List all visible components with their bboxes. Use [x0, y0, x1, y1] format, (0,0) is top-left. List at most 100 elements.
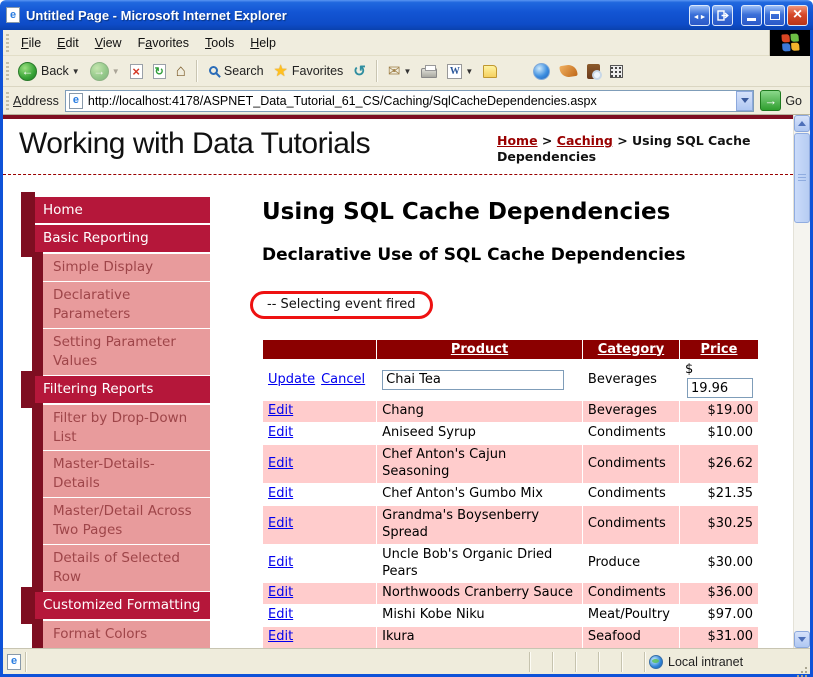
forward-dropdown-icon: ▼ — [111, 66, 120, 76]
fox-icon — [559, 63, 579, 79]
printer-icon — [421, 64, 438, 78]
window-popout-button[interactable] — [712, 4, 733, 26]
price-input[interactable] — [686, 378, 753, 399]
address-url[interactable]: http://localhost:4178/ASPNET_Data_Tutori… — [88, 94, 736, 108]
status-pane — [621, 651, 644, 672]
edit-link[interactable]: Edit — [268, 486, 293, 501]
selecting-event-text: -- Selecting event fired — [267, 296, 416, 312]
breadcrumb-caching-link[interactable]: Caching — [557, 133, 613, 148]
address-input[interactable]: http://localhost:4178/ASPNET_Data_Tutori… — [64, 89, 755, 112]
popout-icon — [716, 9, 729, 21]
refresh-button[interactable] — [148, 62, 171, 81]
sidebar-item-filter-by-dropdown-list[interactable]: Filter by Drop-Down List — [32, 402, 210, 453]
sort-price-link[interactable]: Price — [701, 342, 738, 357]
sidebar-item-declarative-parameters[interactable]: Declarative Parameters — [32, 280, 210, 330]
edit-link[interactable]: Edit — [268, 425, 293, 440]
print-button[interactable] — [416, 63, 442, 80]
forward-button[interactable]: → ▼ — [85, 60, 125, 83]
toolbar-grip[interactable] — [6, 62, 9, 80]
sidebar-item-basic-reporting[interactable]: Basic Reporting — [21, 220, 210, 258]
toolbar-grip[interactable] — [6, 33, 9, 52]
mail-dropdown-icon[interactable]: ▼ — [403, 67, 411, 76]
research-button[interactable] — [582, 62, 605, 81]
sidebar-item-simple-display[interactable]: Simple Display — [32, 252, 210, 284]
edit-link[interactable]: Edit — [268, 403, 293, 418]
toolbar-grip[interactable] — [6, 91, 9, 110]
table-row: Edit Chang Beverages $19.00 — [261, 400, 760, 424]
scroll-down-button[interactable] — [794, 631, 810, 648]
sidebar-item-format-colors[interactable]: Format Colors — [32, 618, 210, 648]
cancel-link[interactable]: Cancel — [321, 372, 365, 387]
window-arrows-button[interactable] — [689, 4, 710, 26]
sidebar-item-customized-formatting[interactable]: Customized Formatting — [21, 586, 210, 624]
edit-link[interactable]: Edit — [268, 607, 293, 622]
favorites-button[interactable]: Favorites — [269, 59, 349, 83]
windows-flag-icon — [780, 33, 800, 52]
title-bar[interactable]: Untitled Page - Microsoft Internet Explo… — [0, 0, 813, 30]
go-button[interactable] — [760, 90, 782, 111]
search-icon — [208, 65, 218, 75]
edit-link[interactable]: Edit — [268, 629, 293, 644]
search-button[interactable]: Search — [203, 62, 269, 80]
toolbar-separator — [195, 60, 198, 82]
sidebar-item-home[interactable]: Home — [21, 191, 210, 229]
sort-product-link[interactable]: Product — [451, 342, 508, 357]
stop-button[interactable] — [125, 62, 148, 81]
sort-category-link[interactable]: Category — [598, 342, 664, 357]
messenger-button[interactable] — [528, 61, 555, 82]
sidebar-item-filtering-reports[interactable]: Filtering Reports — [21, 370, 210, 408]
history-button[interactable] — [348, 60, 371, 82]
selecting-event-annotation: -- Selecting event fired — [250, 290, 433, 319]
edit-with-word-button[interactable]: ▼ — [442, 62, 478, 81]
address-dropdown-button[interactable] — [736, 90, 754, 111]
status-bar: Local intranet — [3, 648, 810, 674]
messenger-icon — [533, 62, 551, 80]
discuss-note-icon — [483, 64, 498, 78]
product-name-input[interactable] — [382, 369, 565, 390]
close-button[interactable] — [787, 4, 808, 26]
scrollbar-track[interactable] — [794, 224, 810, 631]
update-link[interactable]: Update — [268, 372, 315, 387]
menu-help[interactable]: Help — [242, 32, 284, 54]
scroll-up-button[interactable] — [794, 115, 810, 132]
web-page: Working with Data Tutorials Home > Cachi… — [3, 115, 793, 648]
back-dropdown-icon[interactable]: ▼ — [72, 67, 80, 76]
minimize-button[interactable] — [741, 4, 762, 26]
breadcrumb: Home > Caching > Using SQL Cache Depende… — [497, 133, 751, 165]
windows-logo-throbber — [769, 29, 810, 56]
menu-favorites[interactable]: Favorites — [130, 32, 197, 54]
maximize-button[interactable] — [764, 4, 785, 26]
discuss-button[interactable] — [478, 63, 502, 80]
edit-link[interactable]: Edit — [268, 456, 293, 471]
edit-link[interactable]: Edit — [268, 516, 293, 531]
header-row: Product Category Price — [261, 338, 760, 360]
mail-button[interactable]: ▼ — [383, 60, 417, 82]
edit-link[interactable]: Edit — [268, 555, 293, 570]
main-content: Using SQL Cache Dependencies Declarative… — [250, 199, 765, 648]
menu-view[interactable]: View — [87, 32, 130, 54]
go-label[interactable]: Go — [785, 94, 802, 108]
sidebar-item-setting-parameter-values[interactable]: Setting Parameter Values — [32, 326, 210, 377]
minimize-icon — [747, 17, 756, 21]
back-button[interactable]: ← Back ▼ — [13, 60, 85, 83]
sidebar-item-details-of-selected-row[interactable]: Details of Selected Row — [32, 542, 210, 593]
addon-grid-button[interactable] — [605, 63, 628, 80]
security-zone-label: Local intranet — [668, 654, 744, 669]
home-button[interactable] — [171, 59, 191, 83]
address-bar: Address http://localhost:4178/ASPNET_Dat… — [3, 87, 810, 115]
left-right-arrows-icon — [693, 6, 707, 24]
vertical-scrollbar[interactable] — [793, 115, 810, 648]
word-dropdown-icon[interactable]: ▼ — [465, 67, 473, 76]
addon-button[interactable] — [555, 63, 582, 79]
edit-link[interactable]: Edit — [268, 585, 293, 600]
menu-tools[interactable]: Tools — [197, 32, 242, 54]
resize-grip[interactable] — [794, 652, 810, 672]
section-subtitle: Declarative Use of SQL Cache Dependencie… — [262, 244, 686, 265]
sidebar-item-master-detail-across-two-pages[interactable]: Master/Detail Across Two Pages — [32, 496, 210, 546]
menu-file[interactable]: File — [13, 32, 49, 54]
breadcrumb-home-link[interactable]: Home — [497, 133, 538, 148]
refresh-icon — [152, 63, 166, 79]
sidebar-item-master-details-details[interactable]: Master-Details-Details — [32, 449, 210, 499]
scrollbar-thumb[interactable] — [794, 133, 810, 223]
menu-edit[interactable]: Edit — [49, 32, 87, 54]
